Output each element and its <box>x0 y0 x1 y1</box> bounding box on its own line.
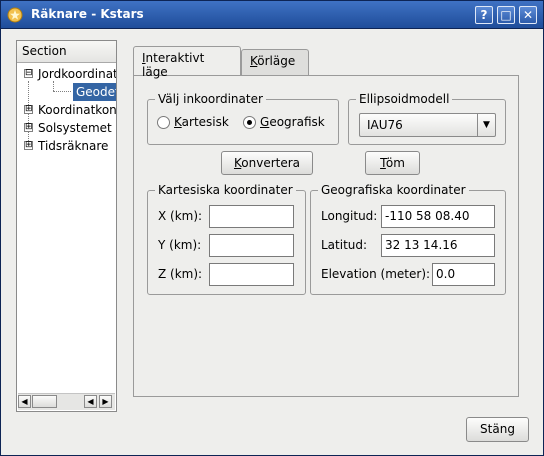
tree-item-koordinatkonverteringar[interactable]: ⊞ Koordinatkonverteringar <box>17 101 116 119</box>
button-label: onvertera <box>241 156 301 170</box>
scroll-right-arrow-icon[interactable]: ▶ <box>99 395 112 408</box>
y-km-field[interactable] <box>209 234 294 257</box>
latitude-label: Latitud: <box>321 238 368 252</box>
tree-item-tidsraknare[interactable]: ⊞ Tidsräknare <box>17 137 116 155</box>
expand-icon[interactable]: ⊞ <box>24 123 33 132</box>
close-window-button[interactable]: ✕ <box>519 6 537 24</box>
longitude-label: Longitud: <box>321 209 378 223</box>
tree-item-label: Jordkoordinater <box>38 67 116 81</box>
tree-item-label: Koordinatkonverteringar <box>38 103 116 117</box>
y-km-label: Y (km): <box>158 238 202 252</box>
tab-korlage[interactable]: Körläge <box>241 49 309 75</box>
z-km-field[interactable] <box>209 263 294 286</box>
group-title: Ellipsoidmodell <box>356 91 453 107</box>
x-km-field[interactable] <box>209 205 294 228</box>
help-button[interactable]: ? <box>475 6 493 24</box>
group-title: Välj inkoordinater <box>155 91 266 107</box>
radio-kartesisk[interactable] <box>157 116 170 129</box>
latitude-field[interactable]: 32 13 14.16 <box>381 234 495 257</box>
x-km-label: X (km): <box>158 209 203 223</box>
tab-interaktivt-lage[interactable]: Interaktivt läge <box>133 46 241 79</box>
group-title: Kartesiska koordinater <box>155 182 296 198</box>
elevation-label: Elevation (meter): <box>321 267 431 281</box>
radio-geografisk-label[interactable]: Geografisk <box>260 115 325 129</box>
horizontal-scrollbar[interactable]: ◀ ◀ ▶ <box>18 393 115 410</box>
tree-item-solsystemet[interactable]: ⊞ Solsystemet <box>17 119 116 137</box>
expand-icon[interactable]: ⊞ <box>24 105 33 114</box>
maximize-button[interactable]: □ <box>497 6 515 24</box>
tree-item-geodetisk[interactable]: Geodetisk <box>17 83 116 101</box>
ellipsoid-group: Ellipsoidmodell IAU76 ▼ <box>348 91 506 145</box>
scroll-left-arrow-icon[interactable]: ◀ <box>18 395 31 408</box>
tree-item-jordkoordinater[interactable]: ⊟ Jordkoordinater <box>17 65 116 83</box>
chevron-down-icon[interactable]: ▼ <box>477 114 495 136</box>
button-label: öm <box>385 156 405 170</box>
mnemonic-char: G <box>260 115 270 129</box>
radio-selected-dot <box>247 120 252 125</box>
title-bar[interactable]: Räknare - Kstars ? □ ✕ <box>1 1 543 29</box>
ellipsoid-selected-value: IAU76 <box>367 118 403 132</box>
close-button[interactable]: Stäng <box>466 417 529 442</box>
tree-item-label: Geodetisk <box>73 83 116 101</box>
section-column-header[interactable]: Section <box>17 41 116 63</box>
clear-button[interactable]: Töm <box>365 151 420 175</box>
cartesian-coords-group: Kartesiska koordinater X (km): Y (km): Z… <box>147 182 306 295</box>
kstars-app-icon <box>7 7 23 23</box>
tab-label: nteraktivt läge <box>142 51 205 79</box>
elevation-field[interactable]: 0.0 <box>432 263 495 286</box>
tree-item-label: Tidsräknare <box>38 139 109 153</box>
radio-label-text: eografisk <box>269 115 325 129</box>
geographic-coords-group: Geografiska koordinater Longitud: -110 5… <box>310 182 506 295</box>
radio-kartesisk-label[interactable]: Kartesisk <box>174 115 229 129</box>
window-title: Räknare - Kstars <box>31 7 144 21</box>
ellipsoid-select[interactable]: IAU76 ▼ <box>359 113 496 137</box>
radio-label-text: artesisk <box>181 115 229 129</box>
mnemonic-char: K <box>174 115 182 129</box>
section-tree[interactable]: Section ⊟ Jordkoordinater Geodetisk ⊞ Ko… <box>16 40 117 412</box>
group-title: Geografiska koordinater <box>318 182 469 198</box>
input-coords-group: Välj inkoordinater Kartesisk Geografisk <box>147 91 339 145</box>
longitude-field[interactable]: -110 58 08.40 <box>381 205 495 228</box>
calculator-window: Räknare - Kstars ? □ ✕ Section ⊟ Jordkoo… <box>0 0 544 456</box>
expand-icon[interactable]: ⊞ <box>24 141 33 150</box>
radio-geografisk[interactable] <box>243 116 256 129</box>
tree-item-label: Solsystemet <box>38 121 112 135</box>
collapse-icon[interactable]: ⊟ <box>24 69 33 78</box>
scrollbar-thumb[interactable] <box>32 395 57 408</box>
z-km-label: Z (km): <box>158 267 203 281</box>
convert-button[interactable]: Konvertera <box>221 151 313 175</box>
interactive-mode-panel: Välj inkoordinater Kartesisk Geografisk … <box>133 75 519 397</box>
scroll-left-arrow-icon[interactable]: ◀ <box>84 395 97 408</box>
tab-label: örläge <box>257 54 296 68</box>
